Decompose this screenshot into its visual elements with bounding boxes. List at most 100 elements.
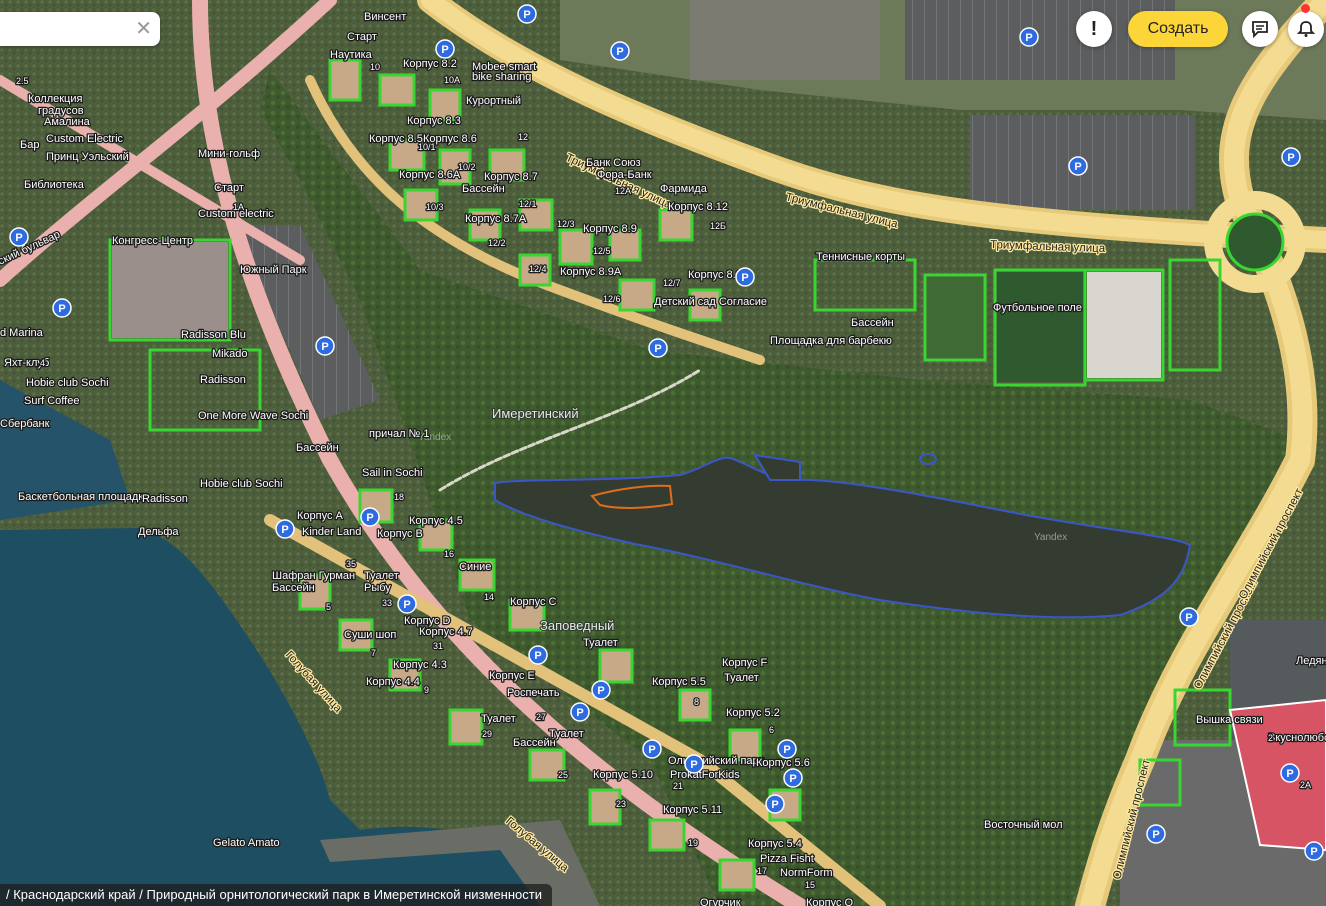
poi-label[interactable]: Конгресс-Центр — [111, 234, 195, 249]
parking-icon[interactable]: P — [642, 739, 662, 759]
poi-label[interactable]: Корпус 8.9А — [559, 265, 623, 280]
poi-label[interactable]: Огурчик — [699, 896, 742, 906]
poi-label[interactable]: ProkatForKids — [669, 768, 742, 783]
parking-icon[interactable]: P — [275, 519, 295, 539]
poi-label[interactable]: Восточный мол — [983, 818, 1064, 833]
poi-label[interactable]: Корпус С — [509, 595, 558, 610]
bell-icon[interactable] — [1288, 11, 1324, 47]
poi-label[interactable]: Hobie club Sochi — [25, 376, 110, 391]
poi-label[interactable]: Теннисные корты — [815, 250, 907, 265]
poi-label[interactable]: Коллекция — [27, 92, 84, 107]
parking-icon[interactable]: P — [528, 645, 548, 665]
parking-icon[interactable]: P — [315, 336, 335, 356]
poi-label[interactable]: Вышка связи — [1195, 713, 1264, 728]
poi-label[interactable]: Корпус 5.10 — [592, 768, 655, 783]
poi-label[interactable]: Южный Парк — [239, 263, 308, 278]
poi-label[interactable]: Рыбу — [363, 581, 393, 596]
parking-icon[interactable]: P — [360, 507, 380, 527]
chat-icon[interactable] — [1242, 11, 1278, 47]
poi-label[interactable]: Фора-Банк — [596, 168, 653, 183]
poi-label[interactable]: Корпус 4.5 — [408, 514, 464, 529]
parking-icon[interactable]: P — [1068, 156, 1088, 176]
poi-label[interactable]: Площадка для барбекю — [769, 334, 893, 349]
poi-label[interactable]: Бар — [19, 138, 41, 153]
poi-label[interactable]: Наутика — [329, 48, 374, 63]
map-canvas[interactable]: Триумфальная улица Триумфальная улица Тр… — [0, 0, 1326, 906]
parking-icon[interactable]: P — [1281, 147, 1301, 167]
poi-label[interactable]: Бассейн — [295, 441, 340, 456]
poi-label[interactable]: d Marina — [0, 326, 45, 341]
poi-label[interactable]: Синие — [458, 560, 493, 575]
create-button[interactable]: Создать — [1128, 11, 1228, 47]
poi-label[interactable]: Роспечать — [506, 686, 561, 701]
poi-label[interactable]: Туалет — [582, 636, 619, 651]
poi-label[interactable]: Футбольное поле — [992, 301, 1084, 316]
poi-label[interactable]: Radisson — [141, 492, 189, 507]
parking-icon[interactable]: P — [1019, 27, 1039, 47]
poi-label[interactable]: Бассейн — [271, 581, 316, 596]
poi-label[interactable]: Корпус 5.11 — [662, 803, 724, 818]
poi-label[interactable]: Radisson — [199, 373, 247, 388]
search-input[interactable]: ✕ — [0, 12, 160, 46]
parking-icon[interactable]: P — [517, 4, 537, 24]
parking-icon[interactable]: P — [570, 702, 590, 722]
parking-icon[interactable]: P — [52, 298, 72, 318]
poi-label[interactable]: Корпус 8.9 — [582, 222, 638, 237]
poi-label[interactable]: Корпус 8.6А — [398, 168, 462, 183]
poi-label[interactable]: One More Wave Sochi — [197, 409, 310, 424]
poi-label[interactable]: Корпус 5.5 — [651, 675, 707, 690]
poi-label[interactable]: Корпус 8.12 — [667, 200, 730, 215]
poi-label[interactable]: Сбербанк — [0, 417, 51, 432]
poi-label[interactable]: Корпус 8.3 — [406, 114, 462, 129]
parking-icon[interactable]: P — [435, 39, 455, 59]
poi-label[interactable]: Корпус 8.7А — [464, 212, 528, 227]
poi-label[interactable]: Корпус 4.3 — [392, 658, 448, 673]
poi-label[interactable]: Банк Союз — [585, 156, 642, 171]
poi-label[interactable]: причал № 1 — [368, 427, 431, 442]
parking-icon[interactable]: P — [735, 267, 755, 287]
poi-label[interactable]: NormForm — [779, 866, 834, 881]
poi-label[interactable]: Старт — [346, 30, 378, 45]
parking-icon[interactable]: P — [9, 227, 29, 247]
poi-label[interactable]: Radisson Blu — [180, 328, 247, 343]
poi-label[interactable]: Gelato Amato — [212, 836, 281, 851]
poi-label[interactable]: Олимпийский парк — [667, 754, 765, 769]
poi-label[interactable]: Custom Electric — [45, 132, 125, 147]
poi-label[interactable]: Дельфа — [137, 525, 181, 540]
close-icon[interactable]: ✕ — [135, 18, 152, 40]
poi-label[interactable]: Корпус А — [296, 509, 345, 524]
breadcrumb[interactable]: / Краснодарский край / Природный орнитол… — [0, 884, 552, 906]
poi-label[interactable]: Туалет — [363, 569, 400, 584]
poi-label[interactable]: Старт — [213, 181, 245, 196]
parking-icon[interactable]: P — [765, 794, 785, 814]
poi-label[interactable]: Hobie club Sochi — [199, 477, 284, 492]
poi-label[interactable]: Корпус B — [376, 527, 424, 542]
poi-label[interactable]: Корпус 5.4 — [747, 837, 803, 852]
poi-label[interactable]: Мини-гольф — [197, 147, 262, 162]
poi-label[interactable]: Kinder Land — [301, 525, 363, 540]
parking-icon[interactable]: P — [684, 754, 704, 774]
poi-label[interactable]: Ледяной куб — [1295, 654, 1326, 669]
parking-icon[interactable]: P — [783, 768, 803, 788]
poi-label[interactable]: Mikado — [211, 347, 249, 362]
poi-label[interactable]: Корпус 8.7 — [483, 170, 539, 185]
parking-icon[interactable]: P — [1179, 607, 1199, 627]
poi-label[interactable]: Корпус 8.2 — [402, 57, 458, 72]
poi-label[interactable]: Суши шоп — [343, 628, 398, 643]
poi-label[interactable]: Корпус 5.2 — [725, 706, 781, 721]
poi-label[interactable]: Pizza Fisht — [759, 852, 815, 867]
poi-label[interactable]: Корпус 8.5 — [368, 132, 424, 147]
poi-label[interactable]: Туалет — [723, 671, 760, 686]
poi-label[interactable]: Корпус 4.7 — [418, 625, 474, 640]
poi-label[interactable]: Корпус 4.4 — [365, 675, 421, 690]
poi-label[interactable]: Фармида — [659, 182, 709, 197]
poi-label[interactable]: Surf Coffee — [23, 394, 81, 409]
parking-icon[interactable]: P — [1280, 763, 1300, 783]
poi-label[interactable]: Винсент — [363, 10, 408, 25]
poi-label[interactable]: Корпус F — [721, 656, 769, 671]
poi-label[interactable]: Корпус 5.6 — [755, 756, 811, 771]
poi-label[interactable]: Бассейн — [461, 182, 506, 197]
poi-label[interactable]: Шафран Гурман — [271, 569, 357, 584]
poi-label[interactable]: Корпус E — [488, 669, 536, 684]
poi-label[interactable]: bike sharing — [471, 70, 533, 85]
